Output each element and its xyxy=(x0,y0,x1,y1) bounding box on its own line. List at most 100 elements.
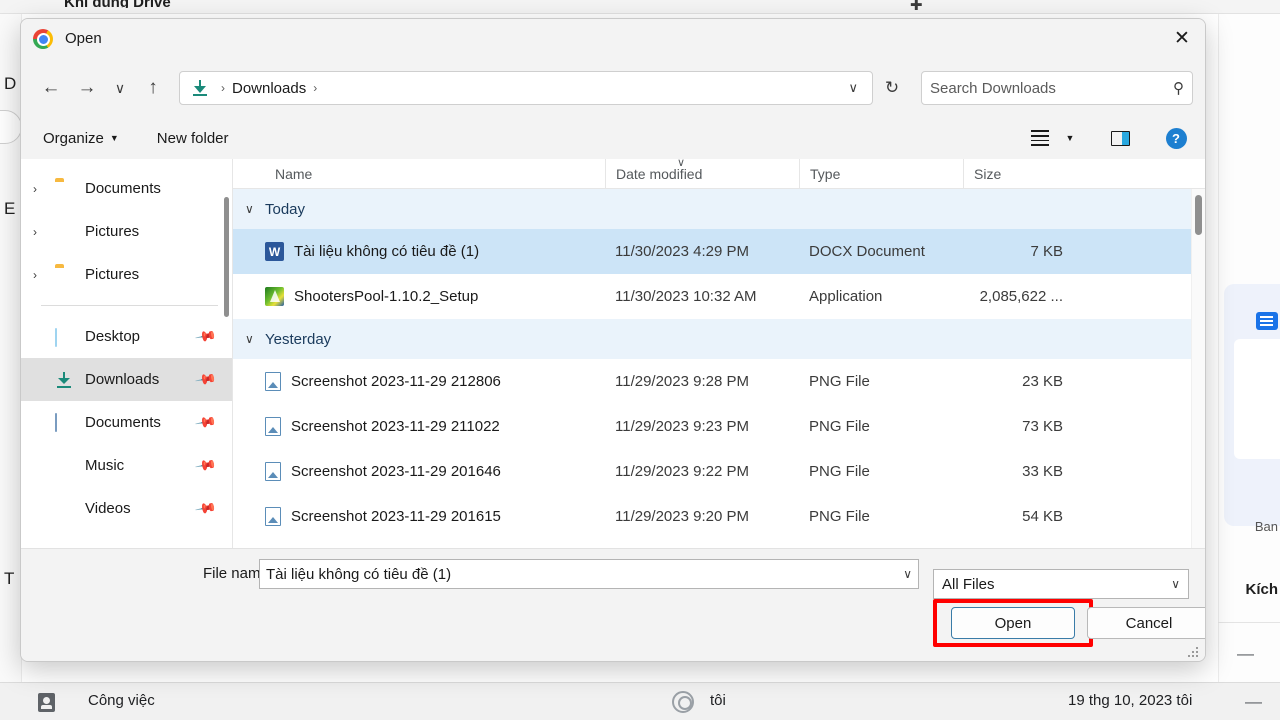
column-header-date-modified[interactable]: Date modified xyxy=(605,158,799,189)
background-card-label: Ban xyxy=(1254,519,1278,534)
sidebar-item-label: Pictures xyxy=(85,223,140,240)
file-name: Screenshot 2023-11-29 211022 xyxy=(291,418,500,435)
file-name-cell: Screenshot 2023-11-29 212806 xyxy=(265,372,605,391)
view-mode-button[interactable] xyxy=(1023,123,1057,153)
table-row[interactable]: Screenshot 2023-11-29 201646 11/29/2023 … xyxy=(233,449,1205,494)
group-header-yesterday[interactable]: ∨ Yesterday xyxy=(233,319,1205,359)
chevron-down-icon[interactable]: ∨ xyxy=(245,202,265,216)
group-header-today[interactable]: ∨ Today xyxy=(233,189,1205,229)
column-header-size[interactable]: Size xyxy=(963,158,1063,189)
chrome-icon xyxy=(33,29,53,49)
chevron-down-icon[interactable]: ∨ xyxy=(1165,577,1180,591)
back-button[interactable]: ← xyxy=(33,71,69,105)
png-icon xyxy=(265,462,281,481)
png-icon xyxy=(265,507,281,526)
file-name: Screenshot 2023-11-29 201646 xyxy=(291,463,501,480)
refresh-button[interactable]: ↻ xyxy=(875,71,909,105)
sidebar-item-documents-tree[interactable]: › Documents xyxy=(21,167,232,210)
sidebar-item-label: Music xyxy=(85,457,125,474)
search-icon[interactable]: ⚲ xyxy=(1173,79,1184,97)
preview-pane-button[interactable] xyxy=(1103,123,1137,153)
chevron-right-icon[interactable]: › xyxy=(33,182,55,196)
group-label: Yesterday xyxy=(265,330,332,348)
navigation-sidebar: › Documents › Pictures › Pictures Deskto… xyxy=(21,159,232,548)
file-name-field[interactable]: ∨ xyxy=(259,559,919,589)
file-type-cell: PNG File xyxy=(809,508,870,525)
chevron-down-icon[interactable]: ∨ xyxy=(842,80,864,96)
sidebar-item-desktop[interactable]: Desktop 📌 xyxy=(21,315,232,358)
pin-icon: 📌 xyxy=(193,496,218,520)
sidebar-item-downloads[interactable]: Downloads 📌 xyxy=(21,358,232,401)
close-icon[interactable]: ✕ xyxy=(1159,19,1205,57)
table-row[interactable]: ShootersPool-1.10.2_Setup 11/30/2023 10:… xyxy=(233,274,1205,319)
background-bottom-bar: Công việc tôi 19 thg 10, 2023 tôi — xyxy=(0,682,1280,720)
file-list-scrollbar[interactable] xyxy=(1191,189,1205,548)
sidebar-item-pictures-folder[interactable]: › Pictures xyxy=(21,253,232,296)
file-date-cell: 11/30/2023 10:32 AM xyxy=(615,288,757,305)
new-folder-label: New folder xyxy=(156,129,229,147)
file-type-filter[interactable]: All Files ∨ xyxy=(933,569,1189,599)
sidebar-item-label: Pictures xyxy=(85,266,140,283)
file-name: Screenshot 2023-11-29 212806 xyxy=(291,373,501,390)
background-top-icon: ✚ xyxy=(910,0,923,14)
table-row[interactable]: Screenshot 2023-11-29 201615 11/29/2023 … xyxy=(233,494,1205,539)
file-list: Name Date modified Type Size ∨ ∨ Today W… xyxy=(232,157,1205,548)
organize-button[interactable]: Organize ▼ xyxy=(33,125,129,152)
view-controls: ▼ ? xyxy=(1023,123,1193,153)
file-date-cell: 11/29/2023 9:20 PM xyxy=(615,508,749,525)
file-name-cell: ShootersPool-1.10.2_Setup xyxy=(265,287,605,306)
column-header-type[interactable]: Type xyxy=(799,158,963,189)
file-type-cell: Application xyxy=(809,288,883,305)
chevron-down-icon[interactable]: ∨ xyxy=(245,332,265,346)
file-type-filter-value: All Files xyxy=(942,575,995,593)
sidebar-item-music[interactable]: Music 📌 xyxy=(21,444,232,487)
sidebar-item-label: Videos xyxy=(85,500,131,517)
search-input[interactable] xyxy=(930,79,1173,97)
view-dropdown-button[interactable]: ▼ xyxy=(1059,123,1081,153)
table-row[interactable]: Screenshot 2023-11-29 212806 11/29/2023 … xyxy=(233,359,1205,404)
sidebar-item-videos[interactable]: Videos 📌 xyxy=(21,487,232,530)
open-button[interactable]: Open xyxy=(951,607,1075,639)
chevron-down-icon[interactable]: ∨ xyxy=(897,567,912,581)
help-icon: ? xyxy=(1165,127,1187,149)
sidebar-item-documents[interactable]: Documents 📌 xyxy=(21,401,232,444)
address-bar[interactable]: › Downloads › ∨ xyxy=(179,71,873,105)
file-rows: ∨ Today W Tài liệu không có tiêu đề (1) … xyxy=(233,189,1205,548)
file-name: Screenshot 2023-11-29 201615 xyxy=(291,508,501,525)
column-header-name[interactable]: Name xyxy=(265,159,605,189)
sidebar-scrollbar[interactable] xyxy=(224,197,229,317)
scrollbar-thumb[interactable] xyxy=(1195,195,1202,235)
up-button[interactable]: ↑ xyxy=(135,71,171,105)
help-button[interactable]: ? xyxy=(1159,123,1193,153)
forward-button[interactable]: → xyxy=(69,71,105,105)
recent-locations-button[interactable]: ∨ xyxy=(105,71,135,105)
file-name-input[interactable] xyxy=(266,565,898,583)
list-view-icon xyxy=(1031,130,1049,146)
file-date-cell: 11/30/2023 4:29 PM xyxy=(615,243,749,260)
table-row[interactable]: W Tài liệu không có tiêu đề (1) 11/30/20… xyxy=(233,229,1205,274)
pictures-icon xyxy=(55,223,79,241)
file-name-cell: W Tài liệu không có tiêu đề (1) xyxy=(265,242,605,261)
table-row[interactable]: Screenshot 2023-11-29 211022 11/29/2023 … xyxy=(233,404,1205,449)
navigation-bar: ← → ∨ ↑ › Downloads › ∨ ↻ ⚲ xyxy=(21,59,1205,117)
folder-icon xyxy=(55,266,79,284)
chevron-right-icon[interactable]: › xyxy=(33,225,55,239)
file-name: Tài liệu không có tiêu đề (1) xyxy=(294,243,480,260)
background-user-label: tôi xyxy=(710,692,726,709)
file-date-cell: 11/29/2023 9:28 PM xyxy=(615,373,749,390)
file-type-cell: PNG File xyxy=(809,463,870,480)
file-size-cell: 73 KB xyxy=(1022,418,1063,435)
background-right-dash: — xyxy=(1237,644,1254,663)
breadcrumb-downloads[interactable]: Downloads xyxy=(232,80,306,97)
background-left-glyph-d: D xyxy=(4,74,17,93)
background-left-pill xyxy=(0,110,22,144)
sidebar-divider xyxy=(41,305,218,306)
chevron-right-icon[interactable]: › xyxy=(33,268,55,282)
resize-grip[interactable] xyxy=(1187,646,1199,658)
sidebar-item-pictures-tree[interactable]: › Pictures xyxy=(21,210,232,253)
background-bottom-dash: — xyxy=(1245,692,1262,711)
cancel-button[interactable]: Cancel xyxy=(1087,607,1205,639)
new-folder-button[interactable]: New folder xyxy=(147,125,239,152)
search-box[interactable]: ⚲ xyxy=(921,71,1193,105)
file-date-cell: 11/29/2023 9:22 PM xyxy=(615,463,749,480)
